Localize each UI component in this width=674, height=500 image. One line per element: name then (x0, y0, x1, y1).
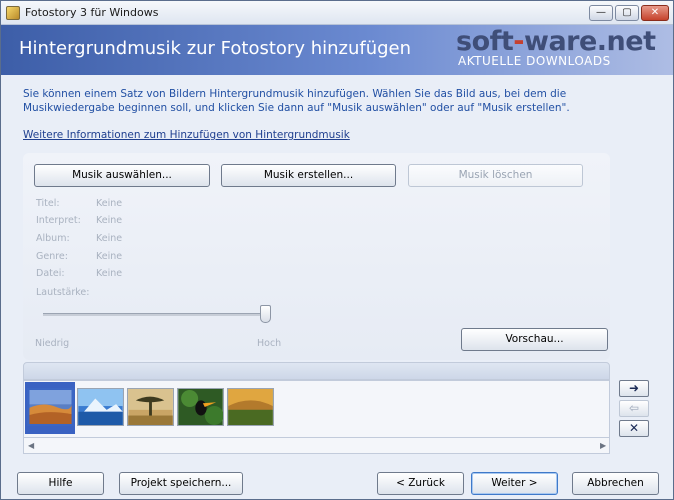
watermark-logo: soft-ware.net AKTUELLE DOWNLOADS (456, 26, 656, 68)
page-title: Hintergrundmusik zur Fotostory hinzufüge… (19, 38, 412, 59)
filmstrip-header (23, 362, 610, 380)
close-button[interactable]: ✕ (641, 5, 669, 21)
maximize-button[interactable]: ▢ (615, 5, 639, 21)
app-window: Fotostory 3 für Windows — ▢ ✕ Hintergrun… (0, 0, 674, 500)
next-button[interactable]: Weiter > (471, 472, 558, 495)
move-left-button[interactable]: ⇦ (619, 400, 649, 417)
thumbnail-iceberg[interactable] (77, 388, 124, 426)
thumbnail-toucan[interactable] (177, 388, 224, 426)
scroll-left-icon[interactable]: ◀ (28, 441, 34, 450)
filmstrip-scrollbar[interactable]: ◀ ▶ (23, 438, 610, 454)
select-music-button[interactable]: Musik auswählen... (34, 164, 210, 187)
save-project-button[interactable]: Projekt speichern... (119, 472, 243, 495)
back-button[interactable]: < Zurück (377, 472, 464, 495)
delete-music-button[interactable]: Musik löschen (408, 164, 583, 187)
cancel-button[interactable]: Abbrechen (572, 472, 659, 495)
more-info-link[interactable]: Weitere Informationen zum Hinzufügen von… (23, 129, 350, 141)
filmstrip (23, 380, 610, 438)
logo-subtitle: AKTUELLE DOWNLOADS (458, 54, 611, 68)
create-music-button[interactable]: Musik erstellen... (221, 164, 396, 187)
remove-button[interactable]: ✕ (619, 420, 649, 437)
move-right-button[interactable]: ➜ (619, 380, 649, 397)
header-banner: Hintergrundmusik zur Fotostory hinzufüge… (1, 25, 673, 75)
thumbnail-desert[interactable] (27, 388, 74, 426)
instructions-text: Sie können einem Satz von Bildern Hinter… (23, 88, 570, 114)
volume-low-label: Niedrig (35, 338, 70, 349)
app-icon (6, 6, 20, 20)
thumbnail-savanna[interactable] (127, 388, 174, 426)
volume-high-label: Hoch (257, 338, 282, 349)
help-button[interactable]: Hilfe (17, 472, 104, 495)
minimize-button[interactable]: — (589, 5, 613, 21)
scroll-right-icon[interactable]: ▶ (600, 441, 606, 450)
title-bar: Fotostory 3 für Windows — ▢ ✕ (1, 1, 673, 25)
volume-slider-thumb[interactable] (260, 305, 271, 323)
window-title: Fotostory 3 für Windows (25, 6, 159, 19)
thumbnail-landscape[interactable] (227, 388, 274, 426)
preview-button[interactable]: Vorschau... (461, 328, 608, 351)
volume-slider-track[interactable] (43, 313, 269, 316)
